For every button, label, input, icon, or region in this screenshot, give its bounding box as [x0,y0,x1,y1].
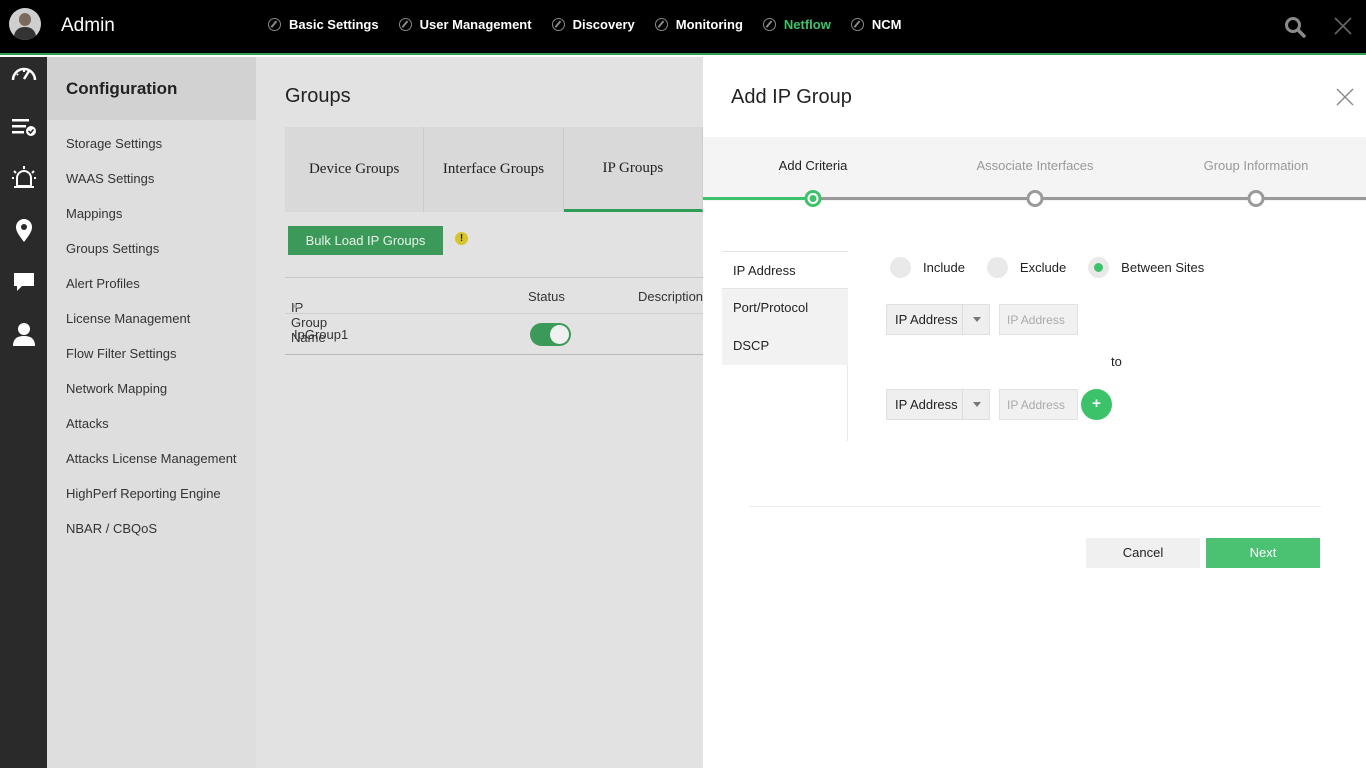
radio-exclude[interactable]: Exclude [986,257,1066,278]
cancel-button[interactable]: Cancel [1086,538,1200,568]
slash-circle-icon [268,18,281,31]
next-button[interactable]: Next [1206,538,1320,568]
map-pin-icon[interactable] [11,217,37,243]
slash-circle-icon [762,18,776,31]
to-ip-input[interactable] [999,389,1078,420]
step-dot-group-information[interactable] [1247,190,1265,207]
table-row: IpGroup1 [285,314,703,355]
criteria-tab-dscp[interactable]: DSCP [722,327,848,365]
nav-discovery[interactable]: Discovery [551,17,635,32]
dialog-title: Add IP Group [731,86,852,108]
step-dot-associate-interfaces[interactable] [1026,190,1044,207]
nav-monitoring[interactable]: Monitoring [654,17,743,32]
step-dot-add-criteria[interactable] [804,190,822,207]
criteria-tabs: IP Address Port/Protocol DSCP [722,223,848,441]
from-type-select[interactable]: IP Address [886,304,990,335]
inventory-icon[interactable] [11,114,37,140]
sidebar-item-storage-settings[interactable]: Storage Settings [47,126,256,161]
column-description[interactable]: Description [638,289,703,304]
bulk-load-ip-groups-button[interactable]: Bulk Load IP Groups [288,226,443,255]
tab-device-groups[interactable]: Device Groups [285,127,425,212]
wizard-steps: Add Criteria Associate Interfaces Group … [703,137,1366,207]
sidebar-item-network-mapping[interactable]: Network Mapping [47,371,256,406]
nav-netflow[interactable]: Netflow [762,17,831,32]
dashboard-icon[interactable] [11,61,37,87]
slash-circle-icon [398,18,412,31]
sidebar-item-waas-settings[interactable]: WAAS Settings [47,161,256,196]
from-ip-input[interactable] [999,304,1078,335]
step-add-criteria[interactable]: Add Criteria [779,158,848,173]
sidebar-title: Configuration [47,57,256,120]
icon-rail [0,57,47,768]
user-icon[interactable] [11,321,37,347]
nav-ncm[interactable]: NCM [850,17,901,32]
slash-circle-icon [551,18,565,31]
sidebar-item-attacks-license-management[interactable]: Attacks License Management [47,441,256,476]
chevron-down-icon [962,305,990,334]
sidebar-item-attacks[interactable]: Attacks [47,406,256,441]
sidebar-item-alert-profiles[interactable]: Alert Profiles [47,266,256,301]
warning-icon[interactable]: ! [455,232,468,245]
divider [749,506,1321,507]
add-ip-group-panel: Add IP Group Add Criteria Associate Inte… [703,57,1366,768]
top-bar: Admin Basic Settings User Management Dis… [0,0,1366,55]
chat-icon[interactable] [11,269,37,295]
search-icon[interactable] [1284,16,1306,38]
add-row-button[interactable]: + [1081,389,1112,420]
alarm-icon[interactable] [11,165,37,191]
criteria-tab-port-protocol[interactable]: Port/Protocol [722,289,848,327]
nav-basic-settings[interactable]: Basic Settings [268,17,379,32]
tab-interface-groups[interactable]: Interface Groups [424,127,564,212]
sidebar-item-mappings[interactable]: Mappings [47,196,256,231]
radio-include[interactable]: Include [890,257,965,278]
step-group-information[interactable]: Group Information [1204,158,1309,173]
sidebar-item-flow-filter-settings[interactable]: Flow Filter Settings [47,336,256,371]
nav-user-management[interactable]: User Management [398,17,532,32]
column-status[interactable]: Status [528,289,565,304]
sort-icon: ▲ [291,300,300,310]
ip-group-name-cell[interactable]: IpGroup1 [294,327,348,342]
step-progress [703,197,813,200]
page-title: Groups [285,85,351,107]
status-toggle[interactable] [530,323,571,346]
sidebar-item-nbar-cbqos[interactable]: NBAR / CBQoS [47,511,256,546]
sidebar-item-license-management[interactable]: License Management [47,301,256,336]
close-icon[interactable] [1333,16,1353,36]
to-type-select[interactable]: IP Address [886,389,990,420]
chevron-down-icon [962,390,990,419]
user-avatar[interactable] [9,8,41,40]
match-type-radios: Include Exclude Between Sites [890,257,1226,278]
app-title: Admin [61,15,115,36]
to-label: to [1111,354,1122,369]
close-icon[interactable] [1335,87,1355,107]
slash-circle-icon [654,18,668,31]
step-associate-interfaces[interactable]: Associate Interfaces [976,158,1093,173]
config-sidebar: Configuration Storage Settings WAAS Sett… [47,57,256,768]
table-header: IP Group Name ▲ Status Description [285,277,703,345]
criteria-tab-ip-address[interactable]: IP Address [722,251,848,289]
radio-between-sites[interactable]: Between Sites [1088,257,1204,278]
sidebar-item-highperf-reporting-engine[interactable]: HighPerf Reporting Engine [47,476,256,511]
groups-page: Groups Device Groups Interface Groups IP… [256,57,703,768]
slash-circle-icon [850,18,864,31]
tab-ip-groups[interactable]: IP Groups [563,127,703,212]
sidebar-item-groups-settings[interactable]: Groups Settings [47,231,256,266]
top-nav: Basic Settings User Management Discovery… [268,17,921,32]
group-tabs: Device Groups Interface Groups IP Groups [285,127,703,212]
